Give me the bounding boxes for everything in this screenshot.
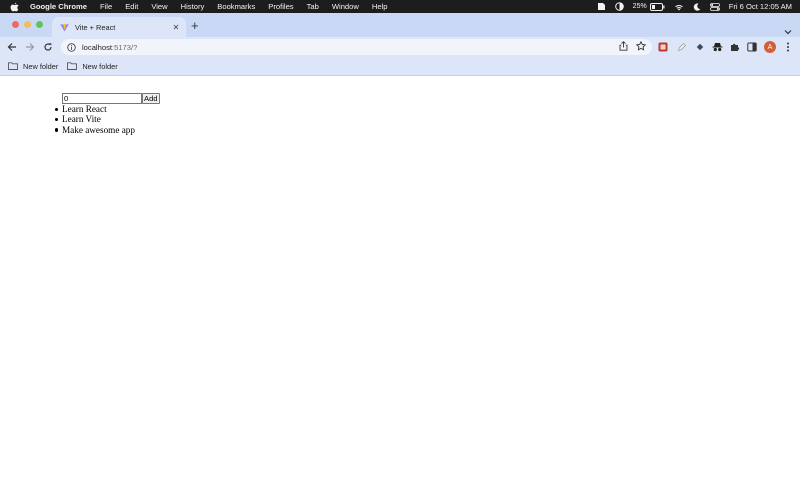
share-icon[interactable] <box>619 41 628 53</box>
theme-status-icon[interactable] <box>614 2 624 11</box>
menu-file[interactable]: File <box>100 2 112 11</box>
battery-icon[interactable]: 25% <box>632 2 665 11</box>
add-button[interactable]: Add <box>142 93 160 104</box>
menu-view[interactable]: View <box>151 2 167 11</box>
tab-vite-react[interactable]: Vite + React ✕ <box>52 17 186 37</box>
menu-profiles[interactable]: Profiles <box>268 2 293 11</box>
new-tab-icon[interactable]: + <box>191 19 199 33</box>
chrome-menu-kebab-icon[interactable] <box>782 41 794 53</box>
address-bar[interactable]: localhost:5173/? <box>61 39 652 55</box>
list-item: Make awesome app <box>55 124 135 135</box>
side-panel-icon[interactable] <box>746 41 758 53</box>
url-host: localhost <box>82 42 112 52</box>
clock-datetime[interactable]: Fri 6 Oct 12:05 AM <box>729 2 792 11</box>
menu-edit[interactable]: Edit <box>125 2 138 11</box>
folder-icon <box>8 62 18 70</box>
menu-help[interactable]: Help <box>372 2 388 11</box>
tab-close-icon[interactable]: ✕ <box>170 23 182 32</box>
todo-input[interactable] <box>62 93 142 104</box>
window-minimize-button[interactable] <box>24 21 31 28</box>
control-center-icon[interactable] <box>709 2 720 11</box>
bookmark-folder-1[interactable]: New folder <box>8 62 58 71</box>
extensions-puzzle-icon[interactable] <box>729 41 741 53</box>
tab-title: Vite + React <box>75 22 116 32</box>
window-zoom-button[interactable] <box>36 21 43 28</box>
menu-window[interactable]: Window <box>332 2 359 11</box>
battery-percentage: 25% <box>632 3 647 10</box>
extension-status-icon[interactable] <box>597 2 606 11</box>
list-item: Learn React <box>55 104 135 114</box>
todo-form: Add <box>62 93 160 104</box>
menu-bookmarks[interactable]: Bookmarks <box>217 2 255 11</box>
focus-moon-icon[interactable] <box>693 2 701 11</box>
folder-icon <box>67 62 78 70</box>
extension-red-icon[interactable] <box>657 41 669 53</box>
page-viewport: Add Learn React Learn Vite Make awesome … <box>0 76 800 500</box>
bookmark-star-icon[interactable] <box>635 40 647 53</box>
menu-tab[interactable]: Tab <box>307 2 319 11</box>
bookmark-folder-label: New folder <box>82 61 118 71</box>
bookmark-folder-2[interactable]: New folder <box>67 61 118 71</box>
list-item: Learn Vite <box>55 114 135 124</box>
extension-incognito-icon[interactable] <box>711 41 723 53</box>
extension-pen-icon[interactable] <box>676 41 688 53</box>
back-arrow-icon[interactable] <box>6 41 18 53</box>
tab-strip: Vite + React ✕ + <box>0 13 800 37</box>
wifi-icon[interactable] <box>674 3 684 11</box>
todo-list: Learn React Learn Vite Make awesome app <box>55 104 135 135</box>
menu-history[interactable]: History <box>181 2 205 11</box>
bookmarks-bar: New folder New folder <box>0 57 800 76</box>
url-path: :5173/? <box>111 42 138 52</box>
apple-icon[interactable] <box>10 2 20 12</box>
forward-arrow-icon[interactable] <box>24 41 36 53</box>
browser-toolbar: localhost:5173/? A <box>0 37 800 57</box>
vite-logo-icon <box>60 23 69 32</box>
extension-diamond-icon[interactable] <box>694 41 706 53</box>
site-info-icon[interactable] <box>67 42 76 52</box>
profile-avatar[interactable]: A <box>764 41 776 53</box>
menu-app-name[interactable]: Google Chrome <box>30 2 87 11</box>
window-close-button[interactable] <box>12 21 19 28</box>
menu-bar: Google Chrome File Edit View History Boo… <box>0 0 800 13</box>
bookmark-folder-label: New folder <box>23 61 59 71</box>
reload-icon[interactable] <box>42 41 54 53</box>
